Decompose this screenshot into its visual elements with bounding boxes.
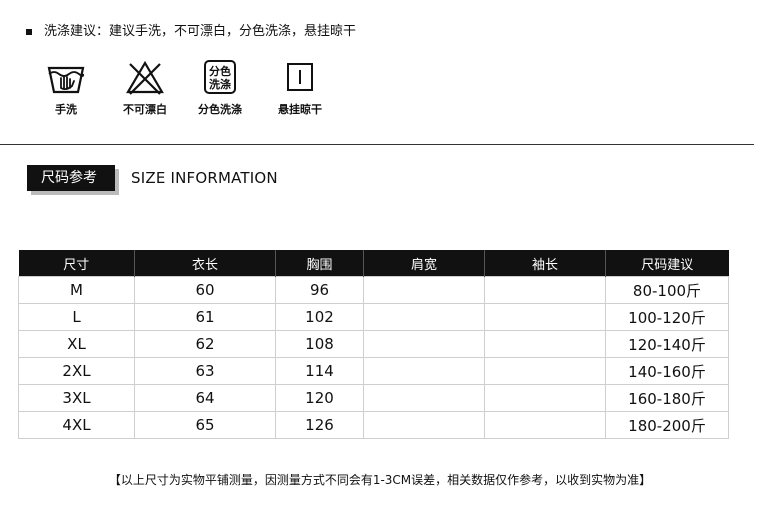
cell-size: 4XL — [18, 411, 135, 439]
table-row: 2XL 63 114 140-160斤 — [18, 357, 729, 385]
cell-recommendation: 140-160斤 — [605, 357, 729, 385]
care-item-no-bleach: 不可漂白 — [105, 60, 185, 117]
table-row: M 60 96 80-100斤 — [18, 276, 729, 304]
measurement-disclaimer: 【以上尺寸为实物平铺测量，因测量方式不同会有1-3CM误差，相关数据仅作参考，以… — [108, 473, 652, 487]
care-label-hand-wash: 手洗 — [55, 103, 77, 116]
table-row: 4XL 65 126 180-200斤 — [18, 411, 729, 439]
header-sleeve: 袖长 — [484, 250, 606, 277]
cell-size: L — [18, 303, 135, 331]
care-heading-text: 洗涤建议：建议手洗，不可漂白，分色洗涤，悬挂晾干 — [44, 24, 357, 39]
cell-chest: 114 — [275, 357, 364, 385]
cell-sleeve — [484, 411, 606, 439]
cell-shoulder — [363, 357, 485, 385]
size-table: 尺寸 衣长 胸围 肩宽 袖长 尺码建议 M 60 96 80-100斤 L 61… — [18, 250, 729, 439]
cell-shoulder — [363, 411, 485, 439]
header-length: 衣长 — [134, 250, 276, 277]
cell-length: 65 — [134, 411, 276, 439]
cell-recommendation: 80-100斤 — [605, 276, 729, 304]
size-information-title: SIZE INFORMATION — [131, 169, 278, 187]
table-row: XL 62 108 120-140斤 — [18, 330, 729, 358]
no-bleach-icon — [126, 60, 164, 95]
cell-length: 62 — [134, 330, 276, 358]
cell-size: 2XL — [18, 357, 135, 385]
cell-chest: 96 — [275, 276, 364, 304]
care-label-no-bleach: 不可漂白 — [123, 103, 167, 116]
care-instructions-heading: 洗涤建议：建议手洗，不可漂白，分色洗涤，悬挂晾干 — [26, 23, 356, 41]
cell-chest: 108 — [275, 330, 364, 358]
hang-dry-icon — [287, 63, 313, 91]
care-icons-row: 手洗 不可漂白 分色 洗涤 分色洗涤 悬挂晾干 — [26, 60, 356, 120]
bullet-square-icon — [26, 29, 32, 35]
cell-sleeve — [484, 330, 606, 358]
cell-sleeve — [484, 303, 606, 331]
table-row: L 61 102 100-120斤 — [18, 303, 729, 331]
cell-length: 64 — [134, 384, 276, 412]
cell-length: 60 — [134, 276, 276, 304]
care-item-separate-wash: 分色 洗涤 分色洗涤 — [180, 60, 260, 117]
cell-chest: 126 — [275, 411, 364, 439]
cell-chest: 120 — [275, 384, 364, 412]
care-label-hang-dry: 悬挂晾干 — [278, 103, 322, 116]
cell-recommendation: 160-180斤 — [605, 384, 729, 412]
table-row: 3XL 64 120 160-180斤 — [18, 384, 729, 412]
cell-recommendation: 180-200斤 — [605, 411, 729, 439]
cell-size: 3XL — [18, 384, 135, 412]
header-chest: 胸围 — [275, 250, 364, 277]
cell-sleeve — [484, 384, 606, 412]
cell-recommendation: 120-140斤 — [605, 330, 729, 358]
section-divider — [0, 144, 754, 145]
cell-shoulder — [363, 303, 485, 331]
cell-chest: 102 — [275, 303, 364, 331]
cell-sleeve — [484, 357, 606, 385]
cell-recommendation: 100-120斤 — [605, 303, 729, 331]
cell-shoulder — [363, 276, 485, 304]
header-size: 尺寸 — [18, 250, 135, 277]
cell-length: 61 — [134, 303, 276, 331]
header-shoulder: 肩宽 — [363, 250, 485, 277]
cell-sleeve — [484, 276, 606, 304]
cell-shoulder — [363, 384, 485, 412]
care-item-hand-wash: 手洗 — [26, 60, 106, 117]
cell-size: XL — [18, 330, 135, 358]
cell-shoulder — [363, 330, 485, 358]
size-table-header-row: 尺寸 衣长 胸围 肩宽 袖长 尺码建议 — [18, 250, 729, 277]
size-section-header: 尺码参考 SIZE INFORMATION — [27, 165, 278, 195]
care-label-separate-wash: 分色洗涤 — [198, 103, 242, 116]
separate-wash-badge-line1: 分色 — [209, 64, 231, 78]
separate-wash-icon: 分色 洗涤 — [204, 60, 236, 94]
header-recommendation: 尺码建议 — [605, 250, 729, 277]
size-reference-badge: 尺码参考 — [27, 165, 119, 195]
cell-size: M — [18, 276, 135, 304]
separate-wash-badge-line2: 洗涤 — [209, 77, 231, 91]
care-item-hang-dry: 悬挂晾干 — [260, 60, 340, 117]
cell-length: 63 — [134, 357, 276, 385]
hand-wash-icon — [47, 66, 85, 94]
